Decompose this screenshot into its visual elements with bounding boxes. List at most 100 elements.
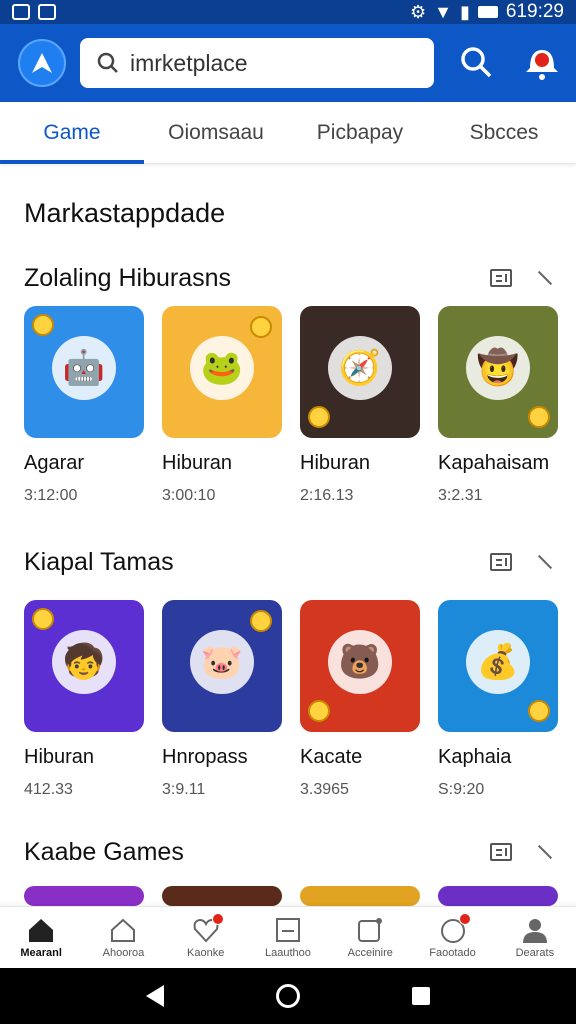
card-row [24,886,558,906]
bear-icon[interactable]: 🐻 [300,600,420,732]
game-card[interactable] [162,886,282,906]
account-icon [358,917,383,942]
search-icon [97,52,118,73]
game-meta: 3:00:10 [162,487,216,504]
nav-7[interactable]: Dearats [494,907,576,968]
nav-home[interactable]: Mearanl [0,907,82,968]
wifi-icon: ▼ [434,1,452,22]
game-card[interactable]: 🧭 Hiburan 2:16.13 [300,306,420,505]
nav-label: Mearanl [20,946,62,959]
nav-label: Acceinire [347,946,393,959]
yellow-creature-icon[interactable]: 🐸 [162,306,282,438]
card-row: 🤖 Agarar 3:12:00 🐸 Hiburan 3:00:10 🧭 Hib… [24,306,558,505]
tab-3[interactable]: Picbapay [288,102,432,163]
adventurer-icon[interactable]: 🧭 [300,306,420,438]
nav-label: Laauthoo [265,946,311,959]
game-meta: 2:16.13 [300,487,354,504]
recents-icon[interactable] [412,987,430,1005]
hero-boy-icon[interactable]: 🧒 [24,600,144,732]
tab-4[interactable]: Sbcces [432,102,576,163]
section-actions [490,553,552,571]
house-outline-icon [111,918,136,942]
view-toggle-icon[interactable] [490,553,512,571]
app-logo-icon[interactable] [18,39,66,87]
game-card[interactable]: 🤠 Kapahaisam 3:2.31 [438,306,558,505]
section-header: Kaabe Games [24,834,552,870]
list-icon [275,917,300,942]
nav-4[interactable]: Laauthoo [247,907,329,968]
section-actions [490,843,552,861]
treasure-crew-icon[interactable]: 💰 [438,600,558,732]
game-card[interactable] [300,886,420,906]
game-card[interactable]: 💰 Kaphaia S:9:20 [438,600,558,799]
bottom-nav: Mearanl Ahooroa Kaonke Laauthoo Acceinir… [0,906,576,968]
game-card[interactable]: 🐻 Kacate 3.3965 [300,600,420,799]
pink-hero-icon[interactable]: 🐷 [162,600,282,732]
profile-icon [522,918,547,943]
game-name: Hnropass [162,746,248,768]
expand-icon[interactable] [536,554,552,570]
game-name: Agarar [24,452,85,474]
system-nav-bar [0,968,576,1024]
settings-icon: ⚙ [410,1,427,22]
robot-car-icon[interactable]: 🤖 [24,306,144,438]
game-card[interactable] [438,886,558,906]
logo-arrow-icon [32,53,52,73]
view-toggle-icon[interactable] [490,843,512,861]
game-card[interactable]: 🧒 Hiburan 412.33 [24,600,144,799]
app-bar: imrketplace [0,24,576,102]
game-name: Hiburan [162,452,233,474]
expand-icon[interactable] [536,844,552,860]
signal-icon: ▮ [459,1,470,22]
section-title: Kiapal Tamas [24,547,174,576]
hat-man-icon[interactable]: 🤠 [438,306,558,438]
nav-3[interactable]: Kaonke [165,907,247,968]
battery-icon [477,6,498,18]
section-header: Kiapal Tamas [24,544,552,580]
game-meta: 3:9.11 [162,781,206,798]
search-input[interactable]: imrketplace [80,38,434,88]
tab-game[interactable]: Game [0,102,144,164]
game-name: Hiburan [300,452,371,474]
game-name: Kaphaia [438,746,512,768]
game-name: Kapahaisam [438,452,550,474]
purple-creature-icon[interactable] [24,886,144,906]
nav-5[interactable]: Acceinire [329,907,411,968]
notification-badge [211,913,224,925]
nav-label: Kaonke [187,946,225,959]
app-notification-icon [38,4,56,20]
section-header: Zolaling Hiburasns [24,260,552,296]
tab-2[interactable]: Oiomsaau [144,102,288,163]
green-monster-icon[interactable] [438,886,558,906]
section-title: Kaabe Games [24,837,184,866]
nav-6[interactable]: Faootado [411,907,493,968]
game-name: Kacate [300,746,363,768]
game-meta: 3.3965 [300,781,349,798]
expand-icon[interactable] [536,270,552,286]
back-icon[interactable] [146,985,164,1007]
game-card[interactable]: 🤖 Agarar 3:12:00 [24,306,144,505]
nav-label: Ahooroa [102,946,145,959]
game-name: Hiburan [24,746,95,768]
status-left [12,4,56,20]
nav-2[interactable]: Ahooroa [82,907,164,968]
notifications-icon[interactable] [522,40,562,84]
dark-hero-icon[interactable] [162,886,282,906]
game-card[interactable]: 🐷 Hnropass 3:9.11 [162,600,282,799]
nav-label: Dearats [515,946,555,959]
rainbow-icon[interactable] [300,886,420,906]
status-time: 619:29 [505,1,564,22]
game-meta: 412.33 [24,781,73,798]
game-card[interactable] [24,886,144,906]
card-row: 🧒 Hiburan 412.33 🐷 Hnropass 3:9.11 🐻 Kac… [24,600,558,799]
home-button-icon[interactable] [276,984,300,1008]
page-title: Markastappdade [24,198,226,228]
view-toggle-icon[interactable] [490,269,512,287]
game-meta: 3:12:00 [24,487,78,504]
status-right: ⚙ ▼ ▮ 619:29 [410,1,564,23]
search-button-icon[interactable] [458,44,494,80]
game-card[interactable]: 🐸 Hiburan 3:00:10 [162,306,282,505]
search-placeholder: imrketplace [130,49,248,76]
game-meta: S:9:20 [438,781,485,798]
section-title: Zolaling Hiburasns [24,263,232,292]
